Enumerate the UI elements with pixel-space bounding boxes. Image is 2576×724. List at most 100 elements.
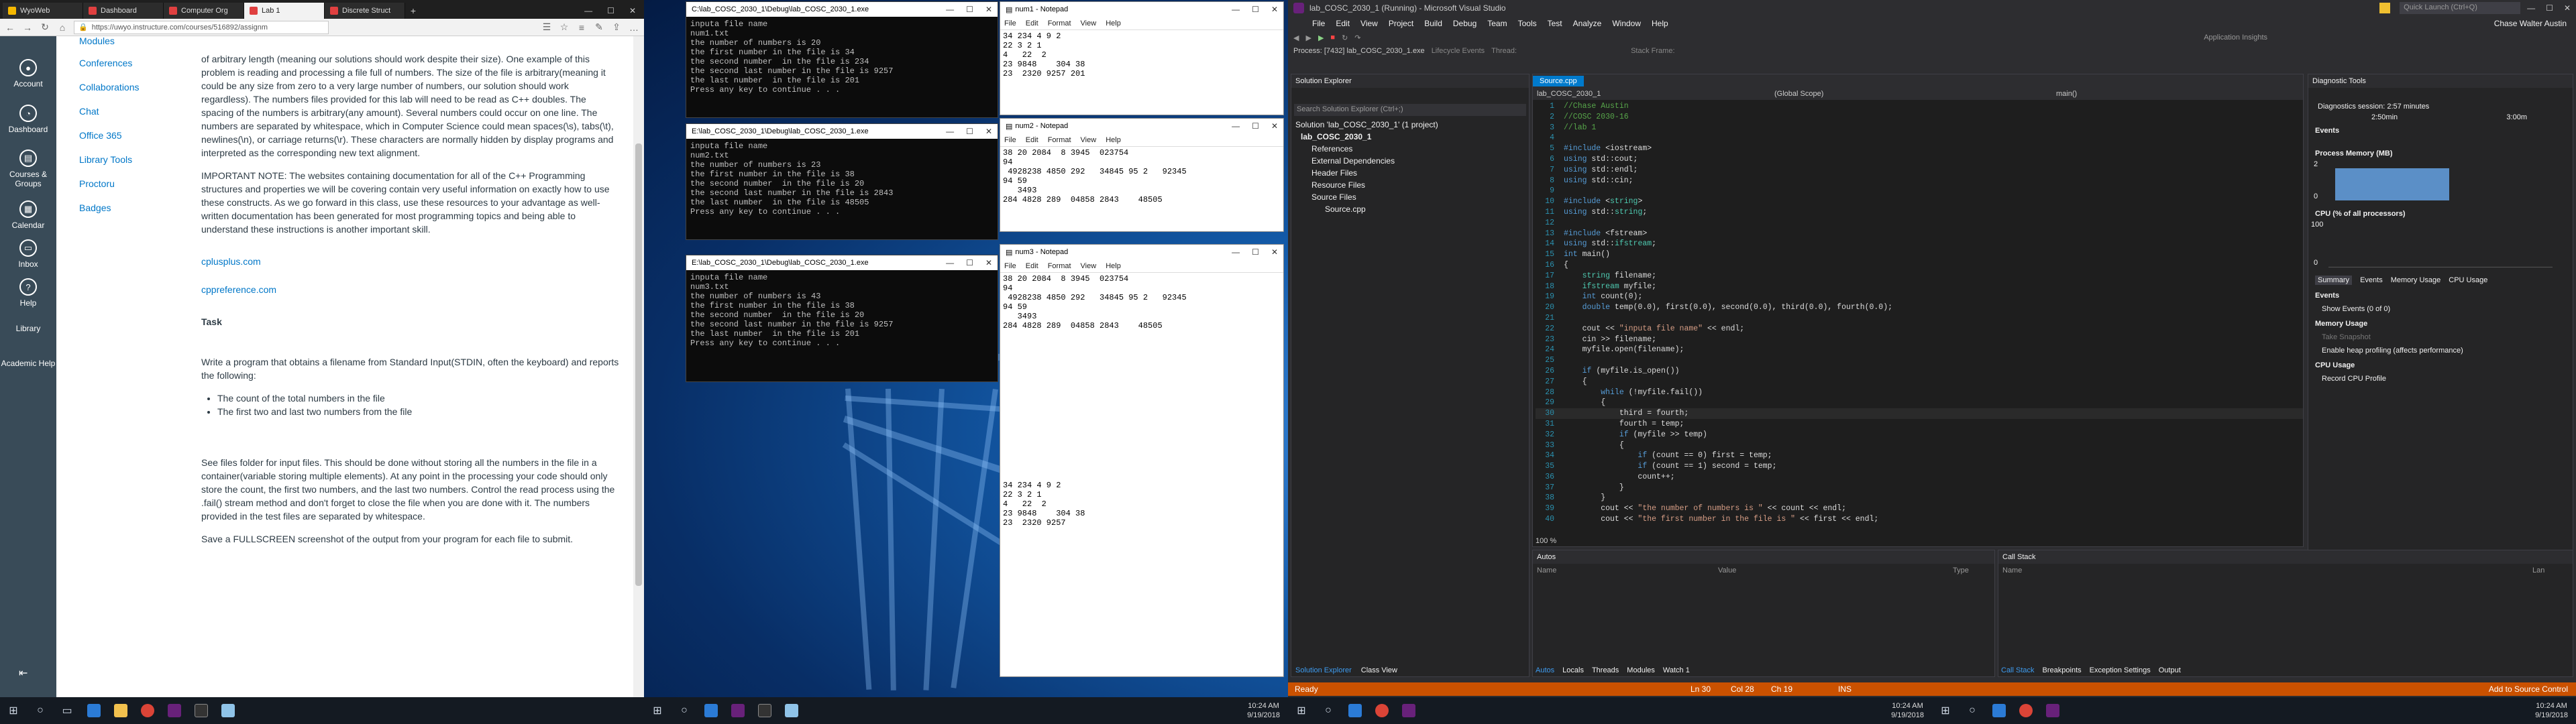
minimize-icon[interactable]: — <box>1232 5 1240 14</box>
code-line[interactable]: 38 } <box>1536 493 2303 503</box>
maximize-icon[interactable]: ☐ <box>1252 5 1259 14</box>
minimize-icon[interactable]: — <box>946 127 954 136</box>
notepad-titlebar[interactable]: ▤ num2 - Notepad — ☐ ✕ <box>1000 119 1283 133</box>
show-events-link[interactable]: Show Events (0 of 0) <box>2308 300 2573 313</box>
menu-help[interactable]: Help <box>1106 19 1121 27</box>
code-line[interactable]: 26 if (myfile.is_open()) <box>1536 366 2303 377</box>
code-line[interactable]: 35 if (count == 1) second = temp; <box>1536 461 2303 472</box>
edge-icon[interactable] <box>80 697 107 724</box>
project-scope-dropdown[interactable]: lab_COSC_2030_1 <box>1533 90 1774 98</box>
close-icon[interactable]: ✕ <box>2564 3 2571 13</box>
chrome-icon[interactable] <box>2012 697 2039 724</box>
solution-search-input[interactable]: Search Solution Explorer (Ctrl+;) <box>1294 104 1526 116</box>
notes-icon[interactable]: ✎ <box>593 21 605 33</box>
code-line[interactable]: 7 using std::endl; <box>1536 165 2303 176</box>
notepad-icon[interactable] <box>215 697 241 724</box>
tree-project[interactable]: lab_COSC_2030_1 <box>1291 131 1529 143</box>
code-line[interactable]: 31 fourth = temp; <box>1536 419 2303 430</box>
clock[interactable]: 10:24 AM 9/19/2018 <box>1891 701 1932 720</box>
minimize-icon[interactable]: — <box>1232 247 1240 257</box>
code-line[interactable]: 2 //COSC 2030-16 <box>1536 112 2303 123</box>
menu-file[interactable]: File <box>1004 136 1016 144</box>
tree-external-deps[interactable]: External Dependencies <box>1291 155 1529 167</box>
console-titlebar[interactable]: E:\lab_COSC_2030_1\Debug\lab_COSC_2030_1… <box>686 124 998 139</box>
quick-launch-input[interactable]: Quick Launch (Ctrl+Q) <box>2400 2 2521 14</box>
code-line[interactable]: 34 if (count == 0) first = temp; <box>1536 450 2303 461</box>
tree-resource-files[interactable]: Resource Files <box>1291 179 1529 191</box>
zoom-level[interactable]: 100 % <box>1536 537 1556 545</box>
cplusplus-link[interactable]: cplusplus.com <box>201 256 261 267</box>
maximize-icon[interactable]: ☐ <box>966 5 973 14</box>
browser-tab-wyoweb[interactable]: WyoWeb <box>3 3 83 19</box>
start-icon[interactable]: ⊞ <box>0 697 27 724</box>
close-icon[interactable]: ✕ <box>985 258 992 267</box>
nav-inbox[interactable]: ▭ Inbox <box>0 235 56 274</box>
process-selector[interactable]: Process: [7432] lab_COSC_2030_1.exe <box>1293 47 1425 55</box>
maximize-icon[interactable]: ☐ <box>607 6 614 15</box>
console-icon[interactable] <box>751 697 778 724</box>
code-line[interactable]: 1 //Chase Austin <box>1536 101 2303 112</box>
column-header[interactable]: Name <box>1537 566 1718 575</box>
code-area[interactable]: 1 //Chase Austin 2 //COSC 2030-16 3 //lab 1 45… <box>1533 100 2303 526</box>
restart-icon[interactable]: ↻ <box>1342 34 1348 42</box>
code-line[interactable]: 30 third = fourth; <box>1536 408 2303 419</box>
menu-view[interactable]: View <box>1081 262 1097 270</box>
back-icon[interactable]: ◀ <box>1293 34 1299 42</box>
code-line[interactable]: 28 while (!myfile.fail()) <box>1536 387 2303 398</box>
browser-tab-lab1[interactable]: Lab 1 <box>244 3 325 19</box>
nav-academic-help[interactable]: Academic Help <box>0 345 56 382</box>
console-icon[interactable] <box>188 697 215 724</box>
menu-view[interactable]: View <box>1081 19 1097 27</box>
stop-icon[interactable]: ■ <box>1330 34 1335 42</box>
minimize-icon[interactable]: — <box>2527 3 2535 13</box>
heap-profiling-toggle[interactable]: Enable heap profiling (affects performan… <box>2308 341 2573 355</box>
console-window-3[interactable]: E:\lab_COSC_2030_1\Debug\lab_COSC_2030_1… <box>686 255 998 382</box>
notepad-icon[interactable] <box>778 697 805 724</box>
code-line[interactable]: 5 #include <iostream> <box>1536 143 2303 154</box>
url-field[interactable]: 🔒 https://uwyo.instructure.com/courses/51… <box>74 20 329 34</box>
tab-locals[interactable]: Locals <box>1562 666 1584 674</box>
file-explorer-icon[interactable] <box>107 697 134 724</box>
menu-build[interactable]: Build <box>1424 19 1442 28</box>
maximize-icon[interactable]: ☐ <box>2546 3 2553 13</box>
start-icon[interactable]: ⊞ <box>1932 697 1959 724</box>
course-nav-chat[interactable]: Chat <box>56 99 191 123</box>
tab-solution-explorer[interactable]: Solution Explorer <box>1295 666 1352 674</box>
code-line[interactable]: 10 #include <string> <box>1536 196 2303 207</box>
code-line[interactable]: 21 <box>1536 313 2303 324</box>
code-line[interactable]: 19 int count(0); <box>1536 292 2303 302</box>
chrome-icon[interactable] <box>134 697 161 724</box>
notifications-icon[interactable] <box>2379 3 2391 13</box>
nav-dashboard[interactable]: ◔ Dashboard <box>0 97 56 142</box>
menu-analyze[interactable]: Analyze <box>1573 19 1602 28</box>
nav-library[interactable]: Library <box>0 312 56 345</box>
menu-team[interactable]: Team <box>1487 19 1507 28</box>
code-line[interactable]: 22 cout << "inputa file name" << endl; <box>1536 324 2303 335</box>
notepad-window-1[interactable]: ▤ num1 - Notepad — ☐ ✕ File Edit Format View Hel… <box>1000 1 1284 115</box>
code-line[interactable]: 39 cout << "the number of numbers is " <… <box>1536 503 2303 514</box>
console-titlebar[interactable]: C:\lab_COSC_2030_1\Debug\lab_COSC_2030_1… <box>686 2 998 17</box>
menu-view[interactable]: View <box>1360 19 1378 28</box>
edge-icon[interactable] <box>1986 697 2012 724</box>
maximize-icon[interactable]: ☐ <box>966 127 973 136</box>
course-nav-modules[interactable]: Modules <box>56 36 191 51</box>
start-icon[interactable]: ⊞ <box>644 697 671 724</box>
code-line[interactable]: 25 <box>1536 355 2303 366</box>
tab-output[interactable]: Output <box>2159 666 2181 674</box>
take-snapshot-button[interactable]: Take Snapshot <box>2308 328 2573 341</box>
nav-help[interactable]: ? Help <box>0 274 56 312</box>
menu-help[interactable]: Help <box>1106 262 1121 270</box>
cppreference-link[interactable]: cppreference.com <box>201 284 276 295</box>
close-icon[interactable]: ✕ <box>985 5 992 14</box>
start-icon[interactable]: ⊞ <box>1288 697 1315 724</box>
code-line[interactable]: 8 using std::cin; <box>1536 176 2303 186</box>
code-line[interactable]: 37 } <box>1536 483 2303 493</box>
course-nav-office365[interactable]: Office 365 <box>56 123 191 147</box>
code-line[interactable]: 36 count++; <box>1536 472 2303 483</box>
share-icon[interactable]: ⇪ <box>610 21 623 33</box>
code-line[interactable]: 11 using std::string; <box>1536 207 2303 218</box>
tab-breakpoints[interactable]: Breakpoints <box>2043 666 2082 674</box>
course-nav-proctoru[interactable]: Proctoru <box>56 172 191 196</box>
menu-help[interactable]: Help <box>1652 19 1668 28</box>
tree-header-files[interactable]: Header Files <box>1291 167 1529 179</box>
